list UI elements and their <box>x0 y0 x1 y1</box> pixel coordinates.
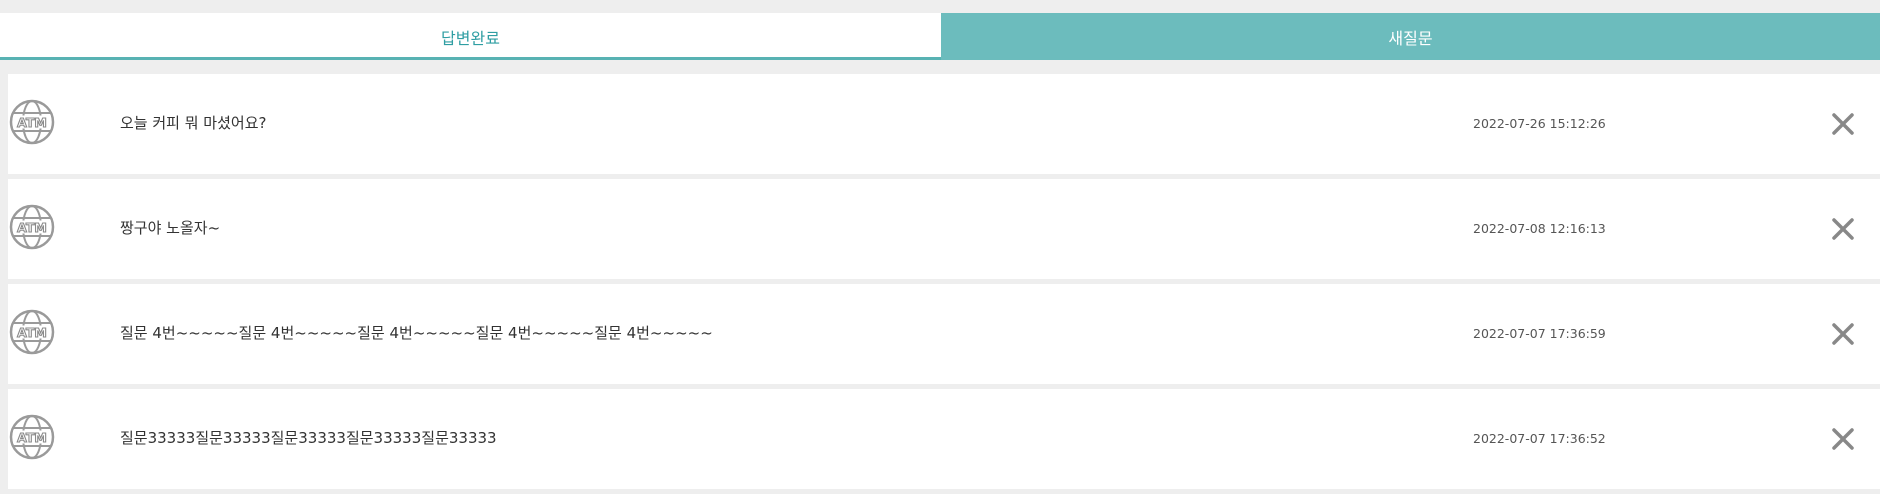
question-row[interactable]: ATM 짱구야 노올자~ 2022-07-08 12:16:13 <box>8 179 1880 279</box>
close-icon[interactable] <box>1830 321 1856 347</box>
question-date: 2022-07-08 12:16:13 <box>1473 221 1606 236</box>
svg-text:ATM: ATM <box>17 325 47 340</box>
question-title: 질문 4번~~~~~질문 4번~~~~~질문 4번~~~~~질문 4번~~~~~… <box>120 324 713 342</box>
tab-answered[interactable]: 답변완료 <box>0 13 941 60</box>
question-title: 오늘 커피 뭐 마셨어요? <box>120 114 267 132</box>
svg-text:ATM: ATM <box>17 430 47 445</box>
tab-new-question[interactable]: 새질문 <box>941 13 1880 60</box>
question-title: 질문33333질문33333질문33333질문33333질문33333 <box>120 429 497 447</box>
question-title: 짱구야 노올자~ <box>120 219 221 237</box>
question-list: ATM 오늘 커피 뭐 마셨어요? 2022-07-26 15:12:26 AT… <box>8 74 1880 494</box>
question-date: 2022-07-07 17:36:52 <box>1473 431 1606 446</box>
tab-bar: 답변완료 새질문 <box>0 13 1880 60</box>
svg-text:ATM: ATM <box>17 115 47 130</box>
svg-text:ATM: ATM <box>17 220 47 235</box>
question-row[interactable]: ATM 질문33333질문33333질문33333질문33333질문33333 … <box>8 389 1880 489</box>
question-date: 2022-07-07 17:36:59 <box>1473 326 1606 341</box>
atm-globe-icon: ATM <box>9 99 55 145</box>
question-row[interactable]: ATM 질문 4번~~~~~질문 4번~~~~~질문 4번~~~~~질문 4번~… <box>8 284 1880 384</box>
question-date: 2022-07-26 15:12:26 <box>1473 116 1606 131</box>
close-icon[interactable] <box>1830 426 1856 452</box>
question-row[interactable]: ATM 오늘 커피 뭐 마셨어요? 2022-07-26 15:12:26 <box>8 74 1880 174</box>
atm-globe-icon: ATM <box>9 204 55 250</box>
atm-globe-icon: ATM <box>9 414 55 460</box>
close-icon[interactable] <box>1830 111 1856 137</box>
atm-globe-icon: ATM <box>9 309 55 355</box>
close-icon[interactable] <box>1830 216 1856 242</box>
